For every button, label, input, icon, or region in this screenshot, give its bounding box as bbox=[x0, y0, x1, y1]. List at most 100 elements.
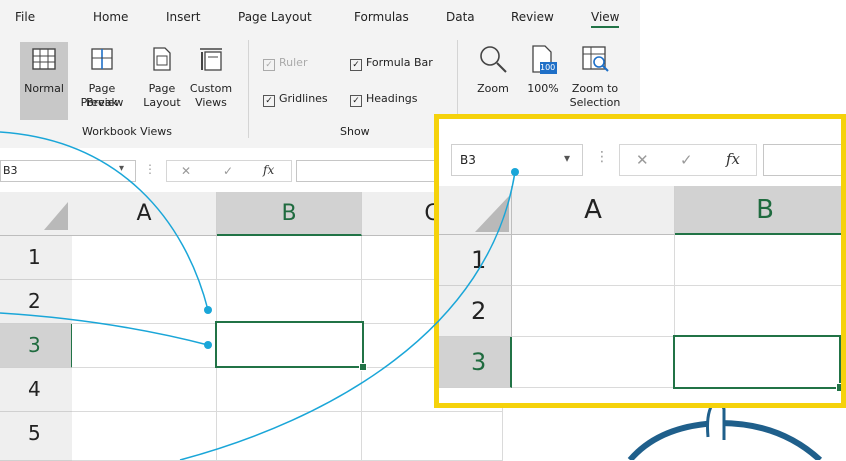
zoom-label: Zoom bbox=[477, 82, 509, 95]
tab-review[interactable]: Review bbox=[511, 10, 554, 24]
zoomed-enter-icon[interactable]: ✓ bbox=[680, 151, 693, 169]
zoom-button[interactable]: Zoom bbox=[468, 42, 518, 112]
fill-handle[interactable] bbox=[359, 363, 367, 371]
row-header-5[interactable]: 5 bbox=[0, 412, 73, 461]
zoomed-fill-handle[interactable] bbox=[836, 383, 841, 392]
cell-a1[interactable] bbox=[72, 236, 217, 280]
custom-views-label-1: Custom bbox=[189, 82, 233, 95]
group-separator bbox=[248, 40, 249, 138]
row-header-4[interactable]: 4 bbox=[0, 368, 73, 412]
cell-c5[interactable] bbox=[362, 412, 503, 461]
column-header-b[interactable]: B bbox=[217, 192, 362, 236]
select-all-triangle-icon bbox=[44, 202, 68, 230]
name-box[interactable]: B3 ▾ bbox=[0, 160, 136, 182]
page-break-preview-button[interactable]: Page Break Preview bbox=[72, 42, 132, 120]
zoomed-row-header-2[interactable]: 2 bbox=[439, 286, 512, 337]
select-all-corner[interactable] bbox=[0, 192, 73, 236]
cell-a5[interactable] bbox=[72, 412, 217, 461]
cancel-icon[interactable]: ✕ bbox=[181, 164, 191, 178]
page-layout-label-2: Layout bbox=[143, 96, 181, 109]
page-layout-label-1: Page bbox=[148, 82, 176, 95]
headings-label: Headings bbox=[366, 92, 418, 105]
name-box-value: B3 bbox=[3, 164, 18, 177]
workbook-views-group-label: Workbook Views bbox=[82, 125, 172, 138]
zoom-100-button[interactable]: 100 100% bbox=[522, 42, 564, 112]
tab-view[interactable]: View bbox=[591, 10, 620, 28]
zoomed-row-header-1[interactable]: 1 bbox=[439, 235, 512, 286]
zoomed-select-all-triangle-icon bbox=[475, 196, 509, 232]
tab-page-layout[interactable]: Page Layout bbox=[238, 10, 312, 24]
normal-view-label: Normal bbox=[24, 82, 64, 95]
formula-bar-check-icon: ✓ bbox=[350, 59, 362, 71]
show-group-label: Show bbox=[340, 125, 370, 138]
page-layout-icon bbox=[153, 47, 171, 71]
zoomed-name-box-value: B3 bbox=[460, 153, 476, 167]
zoomed-formula-buttons: ✕ ✓ fx bbox=[619, 144, 757, 176]
zoomed-callout: B3 ▾ ⋮ ✕ ✓ fx A B 1 2 3 bbox=[434, 114, 846, 408]
zoomed-cell-b1[interactable] bbox=[675, 235, 841, 286]
page-100-icon-text: 100 bbox=[540, 63, 556, 72]
zoom-100-label: 100% bbox=[527, 82, 559, 95]
cell-a2[interactable] bbox=[72, 280, 217, 324]
zoom-to-selection-label-2: Selection bbox=[569, 96, 621, 109]
normal-view-button[interactable]: Normal bbox=[20, 42, 68, 120]
headings-checkbox[interactable]: ✓ Headings bbox=[350, 92, 418, 107]
ruler-checkbox[interactable]: ✓ Ruler bbox=[263, 56, 307, 71]
zoomed-insert-function-icon[interactable]: fx bbox=[726, 150, 740, 168]
custom-views-button[interactable]: Custom Views bbox=[186, 42, 236, 120]
formula-input[interactable] bbox=[296, 160, 442, 182]
more-icon: ⋮ bbox=[144, 162, 156, 176]
formula-bar: B3 ▾ ⋮ ✕ ✓ fx bbox=[0, 152, 442, 186]
tab-home[interactable]: Home bbox=[93, 10, 128, 24]
zoomed-select-all-corner[interactable] bbox=[439, 186, 512, 235]
zoomed-cell-a3[interactable] bbox=[512, 337, 675, 388]
cell-a4[interactable] bbox=[72, 368, 217, 412]
zoomed-row-header-3[interactable]: 3 bbox=[439, 337, 512, 388]
custom-views-icon bbox=[200, 48, 222, 71]
selected-cell-b3[interactable] bbox=[215, 321, 364, 368]
enter-icon[interactable]: ✓ bbox=[223, 164, 233, 178]
normal-view-icon bbox=[32, 48, 56, 70]
zoomed-chevron-down-icon[interactable]: ▾ bbox=[564, 151, 570, 165]
formula-bar-checkbox[interactable]: ✓ Formula Bar bbox=[350, 56, 433, 71]
cell-b5[interactable] bbox=[217, 412, 362, 461]
gridlines-checkbox[interactable]: ✓ Gridlines bbox=[263, 92, 328, 107]
custom-views-label-2: Views bbox=[195, 96, 227, 109]
zoomed-name-box[interactable]: B3 ▾ bbox=[451, 144, 583, 176]
cell-a3[interactable] bbox=[72, 324, 217, 368]
zoom-to-selection-label-1: Zoom to bbox=[571, 82, 619, 95]
tab-data[interactable]: Data bbox=[446, 10, 475, 24]
cell-b1[interactable] bbox=[217, 236, 362, 280]
zoomed-cell-b2[interactable] bbox=[675, 286, 841, 337]
zoomed-selected-cell-b3[interactable] bbox=[673, 335, 841, 389]
zoomed-cell-a2[interactable] bbox=[512, 286, 675, 337]
magnifier-icon bbox=[480, 46, 507, 73]
formula-buttons: ✕ ✓ fx bbox=[166, 160, 292, 182]
zoomed-cancel-icon[interactable]: ✕ bbox=[636, 151, 649, 169]
column-header-a[interactable]: A bbox=[72, 192, 217, 236]
gridlines-check-icon: ✓ bbox=[263, 95, 275, 107]
row-header-3[interactable]: 3 bbox=[0, 324, 73, 368]
row-header-2[interactable]: 2 bbox=[0, 280, 73, 324]
tab-file[interactable]: File bbox=[15, 10, 35, 24]
zoomed-column-header-b[interactable]: B bbox=[675, 186, 841, 235]
zoom-to-selection-button[interactable]: Zoom to Selection bbox=[566, 42, 624, 122]
formula-bar-label: Formula Bar bbox=[366, 56, 433, 69]
cell-b4[interactable] bbox=[217, 368, 362, 412]
zoomed-formula-input[interactable] bbox=[763, 144, 841, 176]
page-break-label-2: Preview bbox=[80, 96, 124, 109]
row-header-1[interactable]: 1 bbox=[0, 236, 73, 280]
zoomed-more-icon: ⋮ bbox=[595, 149, 609, 165]
cell-b2[interactable] bbox=[217, 280, 362, 324]
page-break-icon bbox=[91, 48, 113, 70]
gridlines-label: Gridlines bbox=[279, 92, 328, 105]
zoomed-cell-a1[interactable] bbox=[512, 235, 675, 286]
zoom-to-selection-icon bbox=[582, 46, 609, 72]
tab-formulas[interactable]: Formulas bbox=[354, 10, 409, 24]
tab-insert[interactable]: Insert bbox=[166, 10, 200, 24]
chevron-down-icon[interactable]: ▾ bbox=[119, 163, 124, 174]
ruler-check-icon: ✓ bbox=[263, 59, 275, 71]
zoomed-column-header-a[interactable]: A bbox=[512, 186, 675, 235]
insert-function-icon[interactable]: fx bbox=[263, 163, 274, 177]
page-layout-button[interactable]: Page Layout bbox=[142, 42, 182, 120]
